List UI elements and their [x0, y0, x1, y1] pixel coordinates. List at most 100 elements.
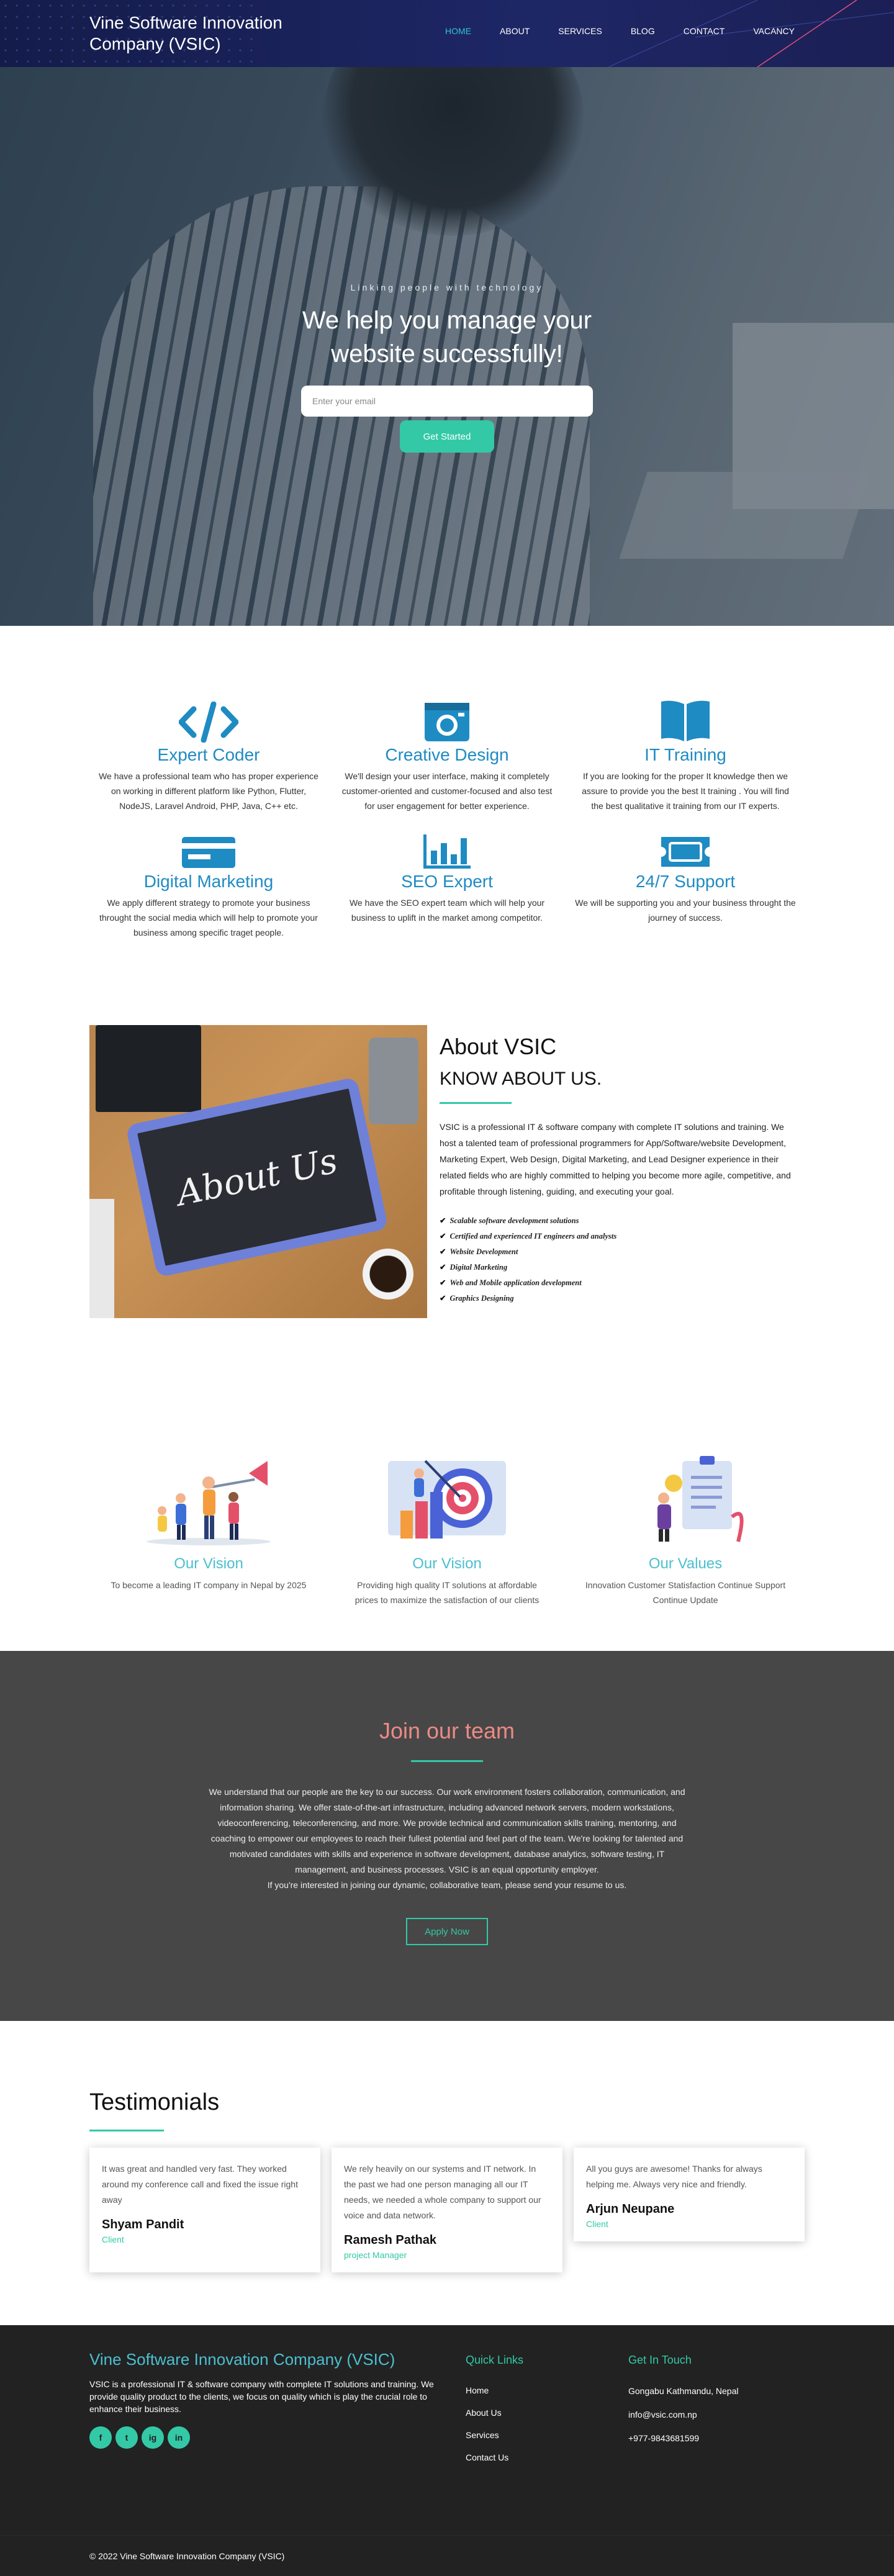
accent-divider: [89, 2130, 164, 2131]
service-card: 24/7 Support We will be supporting you a…: [566, 829, 805, 940]
nav-blog[interactable]: BLOG: [631, 26, 655, 36]
testimonial-name: Ramesh Pathak: [344, 2233, 436, 2247]
camera-icon: [336, 699, 558, 743]
hero-tagline: Linking people with technology: [350, 282, 544, 292]
service-text: We have a professional team who has prop…: [99, 771, 318, 811]
get-started-button[interactable]: Get Started: [400, 420, 494, 453]
copyright-bar: © 2022 Vine Software Innovation Company …: [0, 2535, 894, 2576]
email-input[interactable]: [301, 386, 593, 417]
contact-email[interactable]: info@vsic.com.np: [628, 2403, 805, 2426]
footer-link-services[interactable]: Services: [466, 2424, 628, 2446]
bar-chart-icon: [336, 829, 558, 869]
social-links: f t ig in: [89, 2426, 466, 2449]
feature-item: Scalable software development solutions: [440, 1213, 792, 1229]
about-section: About Us About VSIC KNOW ABOUT US. VSIC …: [0, 1025, 894, 1370]
service-text: We'll design your user interface, making…: [341, 771, 553, 811]
footer-contact: Get In Touch Gongabu Kathmandu, Nepal in…: [628, 2350, 805, 2469]
nav-services[interactable]: SERVICES: [558, 26, 602, 36]
value-title: Our Values: [648, 1555, 723, 1572]
testimonial-card: It was great and handled very fast. They…: [89, 2148, 320, 2272]
image-ruler: [89, 1199, 114, 1318]
value-card: Our Values Innovation Customer Statisfac…: [566, 1448, 805, 1607]
testimonial-card: We rely heavily on our systems and IT ne…: [332, 2148, 562, 2272]
chalkboard-text: About Us: [173, 1140, 341, 1214]
copyright-text: © 2022 Vine Software Innovation Company …: [89, 2551, 285, 2561]
values-grid: Our Vision To become a leading IT compan…: [89, 1370, 805, 1607]
testimonial-name: Shyam Pandit: [102, 2218, 184, 2231]
twitter-icon[interactable]: t: [115, 2426, 138, 2449]
contact-title: Get In Touch: [628, 2354, 692, 2366]
testimonial-name: Arjun Neupane: [586, 2202, 675, 2216]
quick-links-list: Home About Us Services Contact Us: [466, 2379, 628, 2469]
about-body: VSIC is a professional IT & software com…: [440, 1122, 791, 1196]
service-text: We have the SEO expert team which will h…: [349, 898, 545, 923]
book-icon: [575, 699, 796, 743]
apply-now-button[interactable]: Apply Now: [406, 1918, 488, 1945]
service-title: Expert Coder: [157, 745, 260, 764]
nav-vacancy[interactable]: VACANCY: [753, 26, 795, 36]
contact-list: Gongabu Kathmandu, Nepal info@vsic.com.n…: [628, 2379, 805, 2450]
testimonial-role: Client: [586, 2219, 608, 2229]
join-team-section: Join our team We understand that our peo…: [0, 1651, 894, 2021]
target-illustration: [376, 1448, 518, 1548]
hero-section: Linking people with technology We help y…: [0, 0, 894, 626]
service-card: Expert Coder We have a professional team…: [89, 699, 328, 813]
service-card: IT Training If you are looking for the p…: [566, 699, 805, 813]
testimonials-grid: It was great and handled very fast. They…: [89, 2148, 805, 2272]
hero-signup-form: Get Started: [301, 386, 593, 453]
testimonial-text: It was great and handled very fast. They…: [102, 2164, 298, 2205]
testimonial-role: project Manager: [344, 2250, 407, 2260]
accent-divider: [440, 1102, 512, 1104]
feature-item: Website Development: [440, 1244, 792, 1260]
service-text: If you are looking for the proper It kno…: [582, 771, 789, 811]
quick-links-title: Quick Links: [466, 2354, 524, 2366]
value-card: Our Vision Providing high quality IT sol…: [328, 1448, 566, 1607]
value-card: Our Vision To become a leading IT compan…: [89, 1448, 328, 1607]
instagram-icon[interactable]: ig: [142, 2426, 164, 2449]
testimonials-section: Testimonials It was great and handled ve…: [0, 2021, 894, 2325]
image-notebook: [96, 1025, 201, 1112]
feature-item: Digital Marketing: [440, 1260, 792, 1275]
main-menu: HOME ABOUT SERVICES BLOG CONTACT VACANCY: [417, 26, 795, 36]
join-body-2: If you're interested in joining our dyna…: [267, 1880, 627, 1890]
facebook-icon[interactable]: f: [89, 2426, 112, 2449]
image-pen-holder: [369, 1037, 418, 1124]
vision-illustration: [137, 1448, 280, 1548]
footer-about: Vine Software Innovation Company (VSIC) …: [89, 2350, 466, 2469]
testimonial-text: All you guys are awesome! Thanks for alw…: [586, 2164, 762, 2189]
value-title: Our Vision: [412, 1555, 482, 1572]
values-section: Our Vision To become a leading IT compan…: [0, 1370, 894, 1651]
service-card: Creative Design We'll design your user i…: [328, 699, 566, 813]
service-title: Digital Marketing: [143, 872, 274, 891]
values-illustration: [614, 1448, 757, 1548]
service-card: SEO Expert We have the SEO expert team w…: [328, 829, 566, 940]
brand-logo-text[interactable]: Vine Software Innovation Company (VSIC): [89, 12, 313, 55]
testimonials-title: Testimonials: [89, 2089, 220, 2115]
service-text: We will be supporting you and your busin…: [575, 898, 796, 923]
about-feature-list: Scalable software development solutions …: [440, 1213, 792, 1306]
image-coffee-cup: [363, 1249, 413, 1299]
value-text: Innovation Customer Statisfaction Contin…: [585, 1580, 786, 1605]
contact-address: Gongabu Kathmandu, Nepal: [628, 2386, 739, 2396]
footer-link-contact[interactable]: Contact Us: [466, 2446, 628, 2469]
about-text: About VSIC KNOW ABOUT US. VSIC is a prof…: [427, 1025, 792, 1318]
nav-contact[interactable]: CONTACT: [684, 26, 725, 36]
service-title: Creative Design: [385, 745, 509, 764]
about-us-image: About Us: [89, 1025, 427, 1318]
join-body: We understand that our people are the ke…: [209, 1787, 685, 1874]
footer: Vine Software Innovation Company (VSIC) …: [0, 2325, 894, 2535]
nav-home[interactable]: HOME: [445, 26, 471, 36]
service-text: We apply different strategy to promote y…: [99, 898, 318, 938]
about-title: About VSIC: [440, 1034, 557, 1059]
feature-item: Certified and experienced IT engineers a…: [440, 1229, 792, 1244]
top-navbar: Vine Software Innovation Company (VSIC) …: [0, 0, 894, 67]
contact-phone[interactable]: +977-9843681599: [628, 2426, 805, 2450]
footer-link-home[interactable]: Home: [466, 2379, 628, 2402]
footer-link-about[interactable]: About Us: [466, 2402, 628, 2424]
linkedin-icon[interactable]: in: [168, 2426, 190, 2449]
testimonial-text: We rely heavily on our systems and IT ne…: [344, 2164, 541, 2220]
service-card: Digital Marketing We apply different str…: [89, 829, 328, 940]
accent-divider: [411, 1760, 483, 1762]
nav-about[interactable]: ABOUT: [500, 26, 530, 36]
value-text: Providing high quality IT solutions at a…: [354, 1580, 540, 1605]
